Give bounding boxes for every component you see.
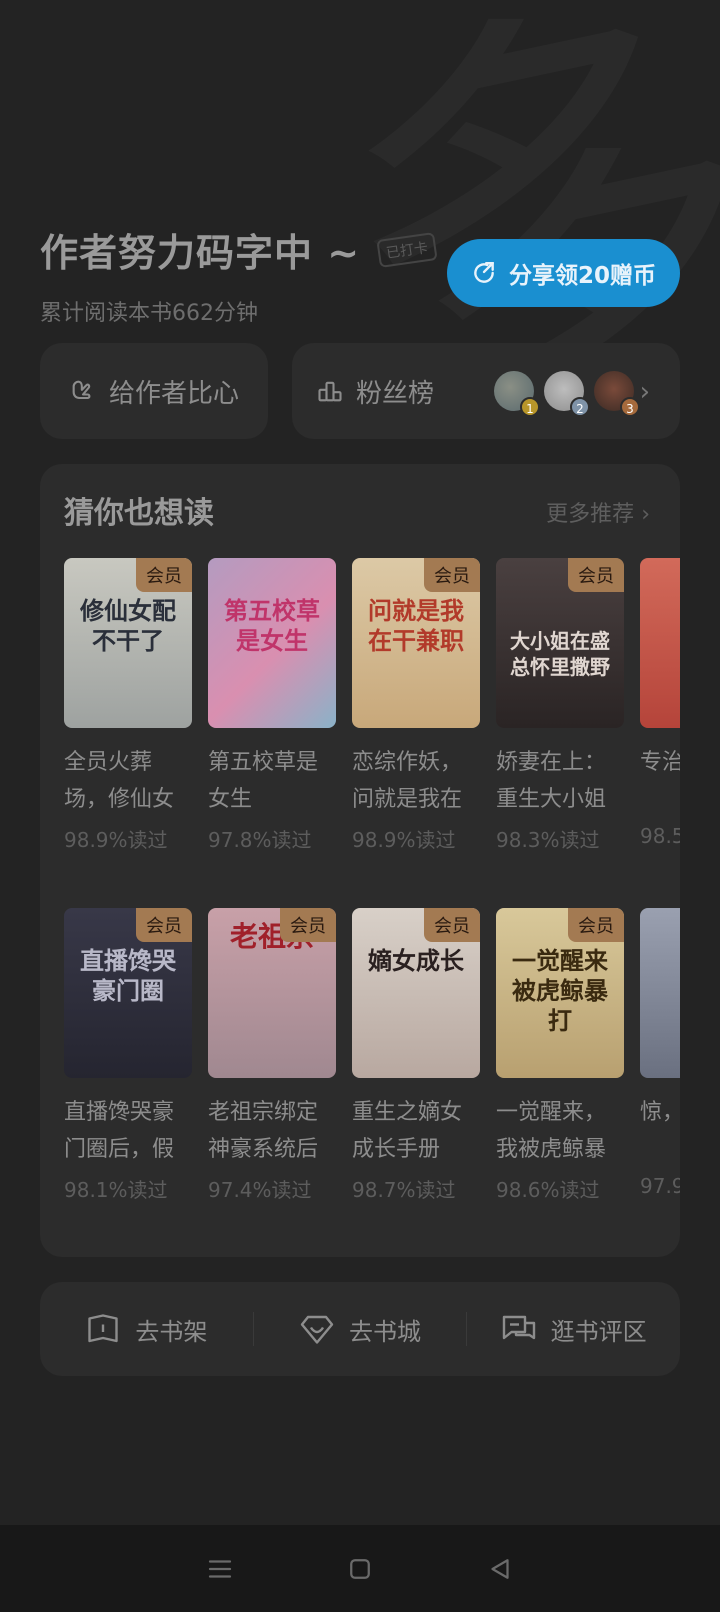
book-cover: 问就是我在干兼职 会员 <box>352 558 480 728</box>
bottom-links: 去书架 去书城 逛书评区 <box>40 1282 680 1376</box>
rank-badge: 3 <box>620 397 640 417</box>
give-heart-label: 给作者比心 <box>108 378 239 409</box>
book-cover: 第五校草是女生 <box>208 558 336 728</box>
read-rate: 98.9%读过 <box>64 828 168 852</box>
hand-heart-icon <box>72 380 91 400</box>
cover-title: 问就是我在干兼职 <box>368 596 464 655</box>
book-cover: 直播馋哭豪门圈 会员 <box>64 908 192 1078</box>
cover-title: 玄学 <box>646 596 680 626</box>
book-item[interactable]: 一觉醒来被虎鲸暴打 会员 一觉醒来，我被虎鲸暴 98.6%读过 <box>496 908 624 1257</box>
vip-badge: 会员 <box>136 908 192 942</box>
read-rate: 98.6%读过 <box>496 1178 600 1202</box>
system-navigation-bar <box>0 1525 720 1612</box>
avatar: 2 <box>544 371 590 417</box>
book-cover: 老祖宗 会员 <box>208 908 336 1078</box>
store-heart-icon <box>300 1315 334 1344</box>
read-rate: 98.1%读过 <box>64 1178 168 1202</box>
go-bookshelf-label: 去书架 <box>135 1317 208 1346</box>
fans-ranking-label: 粉丝榜 <box>356 378 435 409</box>
book-item[interactable]: 修仙女配不干了 会员 全员火葬场，修仙女 98.9%读过 <box>64 558 192 908</box>
cover-title: 直播馋哭豪门圈 <box>80 946 176 1005</box>
book-item[interactable]: 第五校草是女生 第五校草是女生 97.8%读过 <box>208 558 336 908</box>
vip-badge: 会员 <box>568 558 624 592</box>
read-rate: 98.3%读过 <box>496 828 600 852</box>
read-rate: 97.8%读过 <box>208 828 312 852</box>
vip-badge: 会员 <box>136 558 192 592</box>
book-title: 专治玄学 <box>640 750 680 775</box>
read-rate: 98.5 <box>640 824 680 848</box>
read-rate: 97.9 <box>640 1174 680 1198</box>
book-title: 老祖宗绑定神豪系统后 <box>208 1100 319 1162</box>
share-button[interactable]: 分享领20赠币 <box>447 239 680 307</box>
recommendations-title: 猜你也想读 <box>64 496 214 531</box>
vip-badge: 会员 <box>424 908 480 942</box>
go-bookstore-label: 去书城 <box>349 1317 421 1346</box>
book-item[interactable]: 直播馋哭豪门圈 会员 直播馋哭豪门圈后，假 98.1%读过 <box>64 908 192 1257</box>
recommendations-card: 猜你也想读 更多推荐 › 修仙女配不干了 会员 全员火葬场，修仙女 98.9%读过… <box>40 464 680 1257</box>
ranking-icon <box>318 381 342 402</box>
book-title: 全员火葬场，修仙女 <box>64 750 175 812</box>
book-cover: 大小姐在盛总怀里撒野 会员 <box>496 558 624 728</box>
vip-badge: 会员 <box>280 908 336 942</box>
book-cover: 嫡女成长 会员 <box>352 908 480 1078</box>
book-title: 直播馋哭豪门圈后，假 <box>64 1100 175 1162</box>
share-icon <box>474 262 494 283</box>
book-title: 娇妻在上：重生大小姐 <box>496 750 607 812</box>
top-fans: 1 2 3 <box>494 371 640 417</box>
book-item[interactable]: 大小姐在盛总怀里撒野 会员 娇妻在上：重生大小姐 98.3%读过 <box>496 558 624 908</box>
book-item[interactable]: 玄学 专治玄学 98.5 <box>640 558 680 908</box>
book-title: 重生之嫡女成长手册 <box>352 1100 463 1162</box>
book-title: 恋综作妖，问就是我在 <box>352 750 463 812</box>
book-title: 第五校草是女生 <box>208 750 319 812</box>
chat-bubbles-icon <box>502 1315 535 1340</box>
home-icon[interactable] <box>345 1554 375 1584</box>
book-cover <box>640 908 680 1078</box>
book-item[interactable]: 嫡女成长 会员 重生之嫡女成长手册 98.7%读过 <box>352 908 480 1257</box>
vip-badge: 会员 <box>424 558 480 592</box>
book-comments-button[interactable]: 逛书评区 <box>467 1311 680 1347</box>
book-cover: 玄学 <box>640 558 680 728</box>
book-cover: 修仙女配不干了 会员 <box>64 558 192 728</box>
book-item[interactable]: 问就是我在干兼职 会员 恋综作妖，问就是我在 98.9%读过 <box>352 558 480 908</box>
chevron-right-icon: › <box>639 377 650 407</box>
vip-badge: 会员 <box>568 908 624 942</box>
book-comments-label: 逛书评区 <box>550 1317 647 1346</box>
more-recommendations-link[interactable]: 更多推荐 › <box>546 496 650 528</box>
book-cover: 一觉醒来被虎鲸暴打 会员 <box>496 908 624 1078</box>
rank-badge: 1 <box>520 397 540 417</box>
read-rate: 98.7%读过 <box>352 1178 456 1202</box>
go-bookstore-button[interactable]: 去书城 <box>254 1311 467 1347</box>
cover-title: 嫡女成长 <box>368 946 464 975</box>
back-icon[interactable] <box>485 1554 515 1584</box>
avatar: 3 <box>594 371 640 417</box>
cover-title: 大小姐在盛总怀里撒野 <box>510 629 610 679</box>
book-row: 修仙女配不干了 会员 全员火葬场，修仙女 98.9%读过 第五校草是女生 第五校草… <box>64 558 680 908</box>
read-rate: 98.9%读过 <box>352 828 456 852</box>
cover-title: 修仙女配不干了 <box>80 596 176 655</box>
rank-badge: 2 <box>570 397 590 417</box>
chevron-right-icon: › <box>641 502 650 527</box>
read-rate: 97.4%读过 <box>208 1178 312 1202</box>
more-recommendations-label: 更多推荐 <box>546 502 635 527</box>
cover-title: 第五校草是女生 <box>224 596 320 655</box>
give-heart-button[interactable]: 给作者比心 <box>40 343 268 439</box>
book-row: 直播馋哭豪门圈 会员 直播馋哭豪门圈后，假 98.1%读过 老祖宗 会员 老祖宗绑定… <box>64 908 680 1257</box>
cover-title: 一觉醒来被虎鲸暴打 <box>512 946 608 1035</box>
book-icon <box>88 1314 119 1343</box>
book-title: 一觉醒来，我被虎鲸暴 <box>496 1100 607 1162</box>
go-bookshelf-button[interactable]: 去书架 <box>40 1311 253 1347</box>
book-title: 惊，萌宝 <box>640 1100 680 1125</box>
avatar: 1 <box>494 371 540 417</box>
menu-icon[interactable] <box>205 1554 235 1584</box>
checkin-stamp: 已打卡 <box>376 231 438 268</box>
book-item[interactable]: 老祖宗 会员 老祖宗绑定神豪系统后 97.4%读过 <box>208 908 336 1257</box>
fans-ranking-button[interactable]: 粉丝榜 1 2 3 › <box>292 343 680 439</box>
book-item[interactable]: 惊，萌宝 97.9 <box>640 908 680 1257</box>
share-button-label: 分享领20赠币 <box>508 263 656 289</box>
book-grid: 修仙女配不干了 会员 全员火葬场，修仙女 98.9%读过 第五校草是女生 第五校草… <box>64 558 680 1257</box>
page-title: 作者努力码字中 ~ <box>40 231 361 275</box>
